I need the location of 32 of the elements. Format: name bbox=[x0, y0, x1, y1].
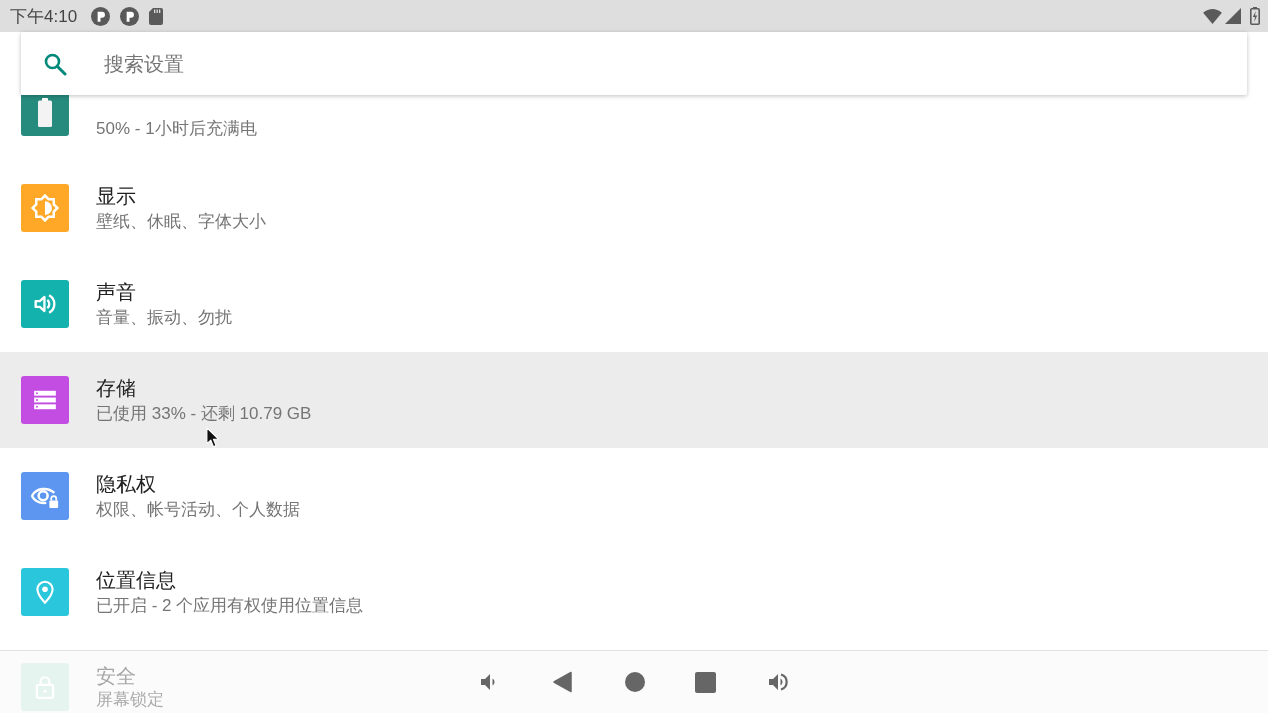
mouse-pointer-icon bbox=[206, 427, 220, 448]
recents-icon[interactable] bbox=[694, 671, 716, 693]
search-icon bbox=[43, 51, 67, 76]
status-time: 下午4:10 bbox=[10, 7, 78, 25]
settings-item[interactable]: 显示 壁纸、休眠、字体大小 bbox=[0, 160, 1268, 256]
notification-icon bbox=[120, 6, 140, 26]
home-icon[interactable] bbox=[624, 672, 645, 692]
settings-item[interactable]: 50% - 1小时后充满电 bbox=[0, 95, 1268, 160]
notification-icon bbox=[91, 6, 111, 26]
setting-title: 存储 bbox=[96, 375, 136, 401]
setting-summary: 已开启 - 2 个应用有权使用位置信息 bbox=[96, 594, 364, 617]
settings-item[interactable]: 位置信息 已开启 - 2 个应用有权使用位置信息 bbox=[0, 544, 1268, 640]
signal-icon bbox=[1225, 8, 1241, 24]
settings-item[interactable]: 存储 已使用 33% - 还剩 10.79 GB bbox=[0, 352, 1268, 448]
setting-title: 安全 bbox=[96, 664, 136, 689]
back-icon[interactable] bbox=[550, 670, 575, 694]
battery-charging-icon bbox=[1250, 7, 1260, 25]
setting-title: 声音 bbox=[96, 279, 136, 305]
setting-title: 位置信息 bbox=[96, 567, 176, 593]
wifi-icon bbox=[1203, 8, 1222, 24]
settings-item[interactable]: 声音 音量、振动、勿扰 bbox=[0, 256, 1268, 352]
settings-item[interactable]: 隐私权 权限、帐号活动、个人数据 bbox=[0, 448, 1268, 544]
setting-summary: 屏幕锁定 bbox=[96, 689, 164, 711]
setting-summary: 壁纸、休眠、字体大小 bbox=[96, 210, 266, 233]
setting-title: 隐私权 bbox=[96, 471, 156, 497]
setting-title: 显示 bbox=[96, 183, 136, 209]
setting-summary: 已使用 33% - 还剩 10.79 GB bbox=[96, 402, 312, 425]
setting-summary: 音量、振动、勿扰 bbox=[96, 306, 232, 329]
search-input[interactable]: 搜索设置 bbox=[104, 48, 404, 79]
sd-card-icon bbox=[149, 7, 164, 25]
setting-summary: 50% - 1小时后充满电 bbox=[96, 118, 257, 140]
setting-summary: 权限、帐号活动、个人数据 bbox=[96, 498, 300, 521]
